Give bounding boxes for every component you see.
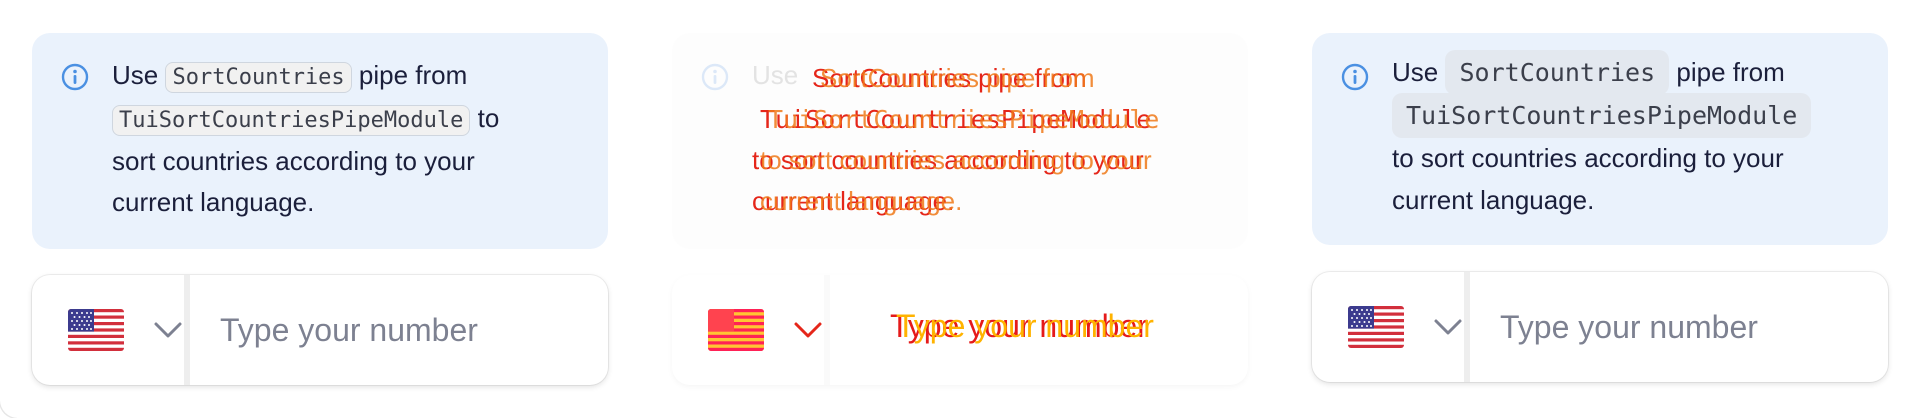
us-flag-icon <box>708 309 764 351</box>
module-name-code: TuiSortCountriesPipeModule <box>112 105 471 136</box>
country-select-faded[interactable] <box>672 275 830 385</box>
notice-use-faded: Use <box>752 60 799 90</box>
notice-pipe-from: pipe from <box>1676 57 1785 87</box>
chevron-down-icon <box>154 322 182 338</box>
notice-rest: to sort countries according to your curr… <box>1392 143 1784 215</box>
pipe-name-code: SortCountries <box>1445 50 1670 95</box>
us-flag-icon <box>68 309 124 351</box>
notice-text: Use SortCountries pipe from TuiSortCount… <box>112 60 532 217</box>
phone-number-input-faded[interactable] <box>830 275 1248 385</box>
notice-use-label: Use <box>1392 57 1439 87</box>
phone-number-input-right[interactable] <box>1470 272 1888 382</box>
notice-to: to <box>477 103 500 133</box>
phone-input-right <box>1312 272 1888 382</box>
sort-countries-notice-right: Use SortCountries pipe from TuiSortCount… <box>1312 33 1888 245</box>
pipe-name-code: SortCountries <box>165 62 352 93</box>
panel-center: Use <box>640 0 1280 418</box>
panel-right: Use SortCountries pipe from TuiSortCount… <box>1280 0 1920 418</box>
country-select[interactable] <box>32 275 190 385</box>
phone-input-faded <box>672 275 1248 385</box>
sort-countries-notice-faded: Use <box>672 33 1248 249</box>
info-circle-icon <box>61 63 89 91</box>
info-circle-icon <box>701 63 729 91</box>
info-circle-icon <box>1341 63 1369 91</box>
us-flag-icon <box>1348 306 1404 348</box>
chevron-down-icon <box>794 322 822 338</box>
notice-use-label: Use <box>112 60 159 90</box>
notice-rest: sort countries according to your current… <box>112 146 475 217</box>
phone-number-input[interactable] <box>190 275 608 385</box>
chevron-down-icon <box>1434 319 1462 335</box>
notice-pipe-from: pipe from <box>358 60 468 90</box>
sort-countries-notice: Use SortCountries pipe from TuiSortCount… <box>32 33 608 249</box>
screenshot-root: Use SortCountries pipe from TuiSortCount… <box>0 0 1920 418</box>
phone-input <box>32 275 608 385</box>
country-select-right[interactable] <box>1312 272 1470 382</box>
panel-left: Use SortCountries pipe from TuiSortCount… <box>0 0 640 418</box>
module-name-code: TuiSortCountriesPipeModule <box>1392 93 1812 138</box>
